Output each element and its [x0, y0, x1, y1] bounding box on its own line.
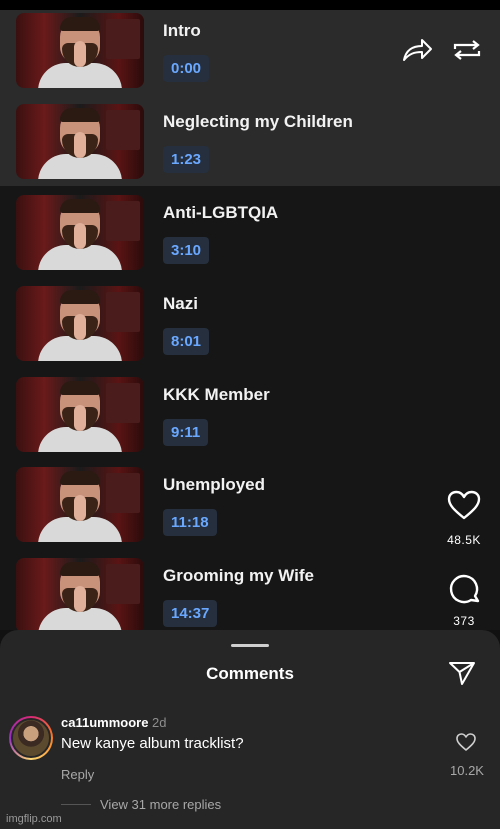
like-count: 48.5K [447, 533, 481, 547]
chapter-title: Grooming my Wife [163, 566, 314, 585]
chapter-timestamp[interactable]: 8:01 [163, 328, 210, 355]
chapter-item[interactable]: Grooming my Wife 14:37 [0, 558, 500, 630]
send-icon[interactable] [448, 660, 476, 686]
chapter-item[interactable]: KKK Member 9:11 [0, 377, 500, 467]
comment-time: 2d [152, 715, 167, 730]
top-bar [0, 0, 500, 10]
chapter-timestamp[interactable]: 11:18 [163, 509, 217, 536]
reply-button[interactable]: Reply [61, 767, 94, 782]
view-replies-button[interactable]: View 31 more replies [100, 797, 221, 812]
chapter-thumbnail [16, 195, 144, 270]
chapter-thumbnail [16, 558, 144, 630]
chapter-title: Neglecting my Children [163, 112, 353, 131]
video-chapters-area: Intro 0:00 Neglecting my Children 1:23 A… [0, 10, 500, 630]
comments-sheet: Comments ca11ummoore 2d New kanye album … [0, 630, 500, 829]
chapter-timestamp[interactable]: 0:00 [163, 55, 210, 82]
comment-text: New kanye album tracklist? [61, 735, 244, 752]
share-arrow-icon[interactable] [400, 36, 434, 64]
chapter-title: Anti-LGBTQIA [163, 203, 279, 222]
comment-heart-icon[interactable] [455, 732, 477, 752]
chapter-thumbnail [16, 104, 144, 179]
repeat-icon[interactable] [450, 36, 484, 64]
chapter-thumbnail [16, 377, 144, 452]
chapter-timestamp[interactable]: 1:23 [163, 146, 210, 173]
chapter-title: Intro [163, 21, 201, 40]
chapter-thumbnail [16, 13, 144, 88]
chapter-timestamp[interactable]: 9:11 [163, 419, 209, 446]
replies-divider [61, 804, 91, 805]
comment-like-count: 10.2K [450, 763, 484, 778]
comments-title: Comments [206, 664, 294, 683]
watermark: imgflip.com [6, 813, 62, 825]
chapter-thumbnail [16, 467, 144, 542]
chapter-thumbnail [16, 286, 144, 361]
chapter-item[interactable]: Neglecting my Children 1:23 [0, 104, 500, 194]
chapter-title: Unemployed [163, 475, 266, 494]
chapter-item[interactable]: Anti-LGBTQIA 3:10 [0, 195, 500, 285]
chapter-item[interactable]: Nazi 8:01 [0, 286, 500, 376]
chapter-timestamp[interactable]: 3:10 [163, 237, 210, 264]
chapter-item[interactable]: Unemployed 11:18 [0, 467, 500, 557]
chapter-title: Nazi [163, 294, 198, 313]
comment-username[interactable]: ca11ummoore [61, 715, 148, 730]
sheet-drag-handle[interactable] [231, 644, 269, 647]
comment-count: 373 [453, 614, 475, 628]
chapter-title: KKK Member [163, 385, 270, 404]
chapter-timestamp[interactable]: 14:37 [163, 600, 218, 627]
comment-bubble-icon[interactable] [448, 573, 482, 607]
heart-icon[interactable] [446, 489, 482, 521]
avatar[interactable] [9, 716, 53, 760]
avatar-image [11, 718, 51, 758]
